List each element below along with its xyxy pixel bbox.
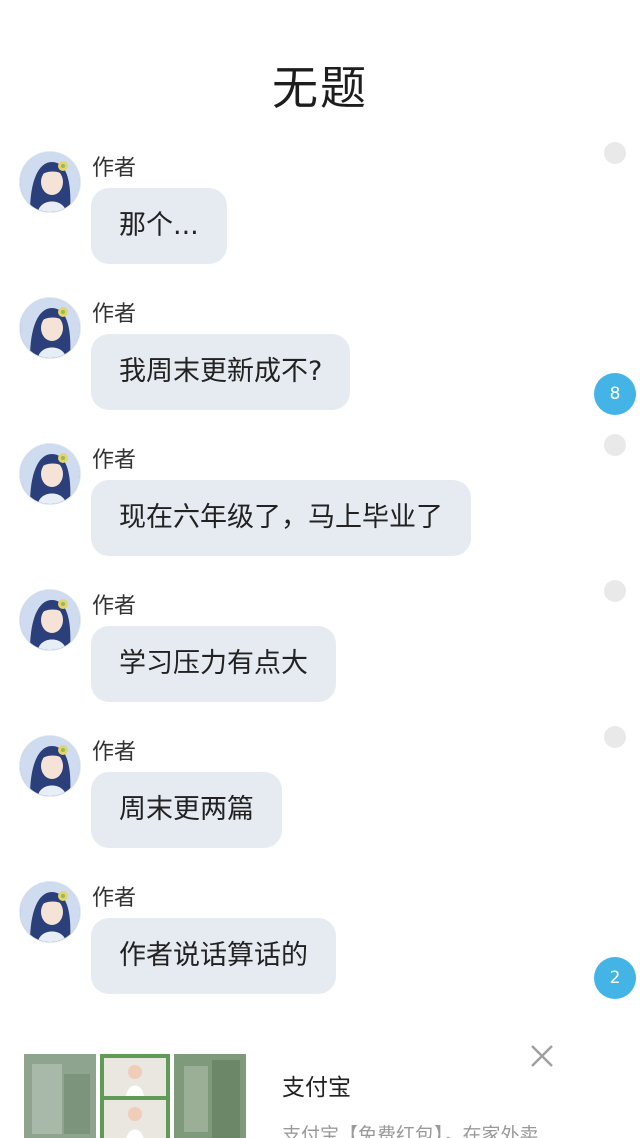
anime-girl-avatar-icon bbox=[20, 590, 80, 650]
ad-title: 支付宝 bbox=[282, 1075, 351, 1101]
anime-girl-avatar-icon bbox=[20, 444, 80, 504]
author-avatar[interactable] bbox=[20, 444, 80, 504]
author-avatar[interactable] bbox=[20, 298, 80, 358]
message-row: 作者 学习压力有点大 bbox=[0, 580, 640, 718]
message-row: 作者 周末更两篇 bbox=[0, 726, 640, 864]
message-row: 作者 我周末更新成不? bbox=[0, 296, 640, 426]
read-indicator-dot[interactable] bbox=[604, 580, 626, 602]
author-avatar[interactable] bbox=[20, 152, 80, 212]
author-avatar[interactable] bbox=[20, 590, 80, 650]
message-bubble[interactable]: 学习压力有点大 bbox=[91, 626, 336, 702]
message-row: 作者 那个... bbox=[0, 142, 640, 280]
close-icon[interactable] bbox=[528, 1042, 556, 1070]
message-bubble[interactable]: 我周末更新成不? bbox=[91, 334, 351, 410]
comment-count-badge[interactable]: 2 bbox=[594, 957, 636, 999]
anime-girl-avatar-icon bbox=[20, 152, 80, 212]
message-bubble[interactable]: 那个... bbox=[91, 188, 227, 264]
message-bubble[interactable]: 周末更两篇 bbox=[91, 772, 282, 848]
ad-banner[interactable]: 支付宝 支付宝【免费红包】，在家外卖 bbox=[0, 1040, 640, 1138]
read-indicator-dot[interactable] bbox=[604, 434, 626, 456]
message-row: 作者 现在六年级了，马上毕业了 bbox=[0, 434, 640, 572]
comment-count-badge[interactable]: 8 bbox=[594, 373, 636, 415]
sender-name: 作者 bbox=[92, 594, 137, 619]
ad-photo-blurred-left bbox=[24, 1054, 96, 1138]
sender-name: 作者 bbox=[92, 448, 137, 473]
read-indicator-dot[interactable] bbox=[604, 142, 626, 164]
sender-name: 作者 bbox=[92, 740, 137, 765]
chat-screen: 无题 作者 那个... 作者 我周末更新成不? 作者 现在六年级了，马上毕业了 … bbox=[0, 0, 640, 1138]
ad-image-strip bbox=[24, 1054, 246, 1138]
ad-photo-blurred-right bbox=[174, 1054, 246, 1138]
message-bubble[interactable]: 现在六年级了，马上毕业了 bbox=[91, 480, 471, 556]
page-title: 无题 bbox=[272, 61, 368, 115]
message-row: 作者 作者说话算话的 bbox=[0, 880, 640, 1010]
read-indicator-dot[interactable] bbox=[604, 726, 626, 748]
message-bubble[interactable]: 作者说话算话的 bbox=[91, 918, 336, 994]
sender-name: 作者 bbox=[92, 886, 137, 911]
ad-photo-woman bbox=[100, 1054, 170, 1138]
ad-description: 支付宝【免费红包】，在家外卖 bbox=[282, 1124, 539, 1138]
sender-name: 作者 bbox=[92, 302, 137, 327]
anime-girl-avatar-icon bbox=[20, 736, 80, 796]
author-avatar[interactable] bbox=[20, 882, 80, 942]
author-avatar[interactable] bbox=[20, 736, 80, 796]
sender-name: 作者 bbox=[92, 156, 137, 181]
anime-girl-avatar-icon bbox=[20, 882, 80, 942]
anime-girl-avatar-icon bbox=[20, 298, 80, 358]
